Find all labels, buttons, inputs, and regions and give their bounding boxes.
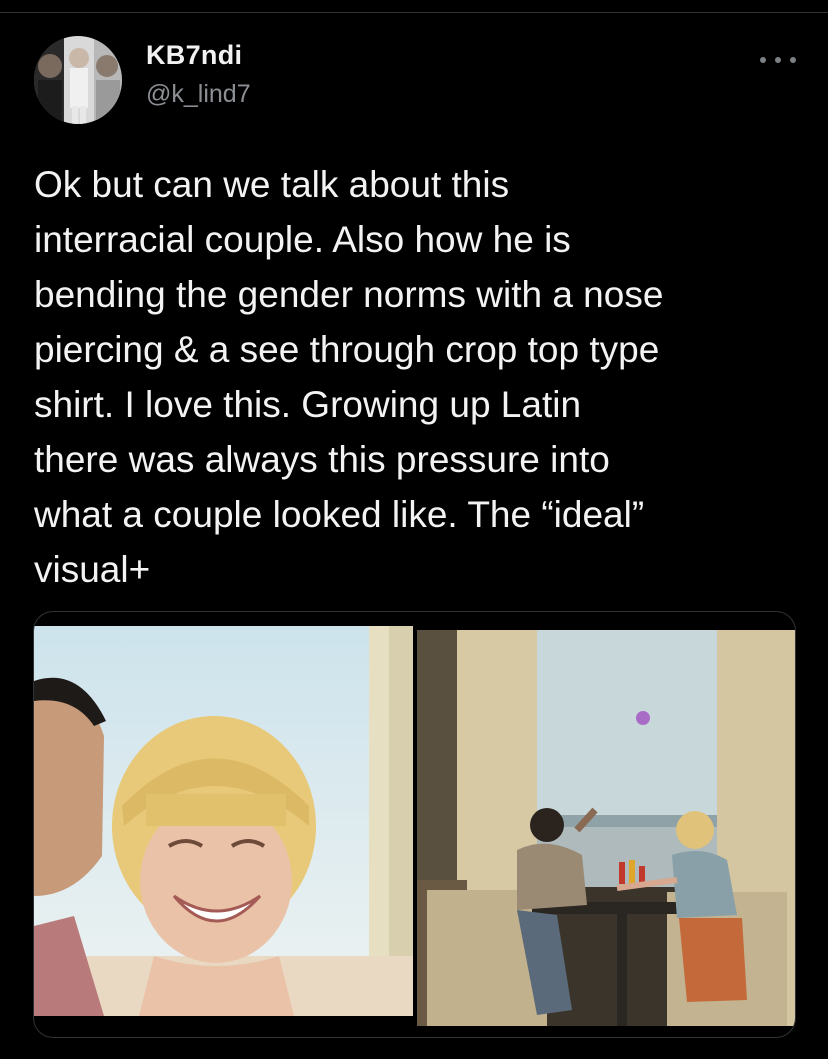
media-photo-1[interactable] — [34, 626, 413, 1016]
top-divider — [0, 12, 828, 13]
more-horizontal-icon[interactable] — [760, 48, 796, 72]
more-dot — [760, 57, 766, 63]
more-dot — [775, 57, 781, 63]
tweet-media[interactable] — [33, 611, 796, 1038]
more-dot — [790, 57, 796, 63]
display-name[interactable]: KB7ndi — [146, 40, 242, 71]
tweet-text: Ok but can we talk about this interracia… — [34, 164, 664, 590]
avatar[interactable] — [34, 36, 122, 124]
media-photo-2[interactable] — [417, 630, 795, 1026]
user-handle[interactable]: @k_lind7 — [146, 80, 251, 109]
